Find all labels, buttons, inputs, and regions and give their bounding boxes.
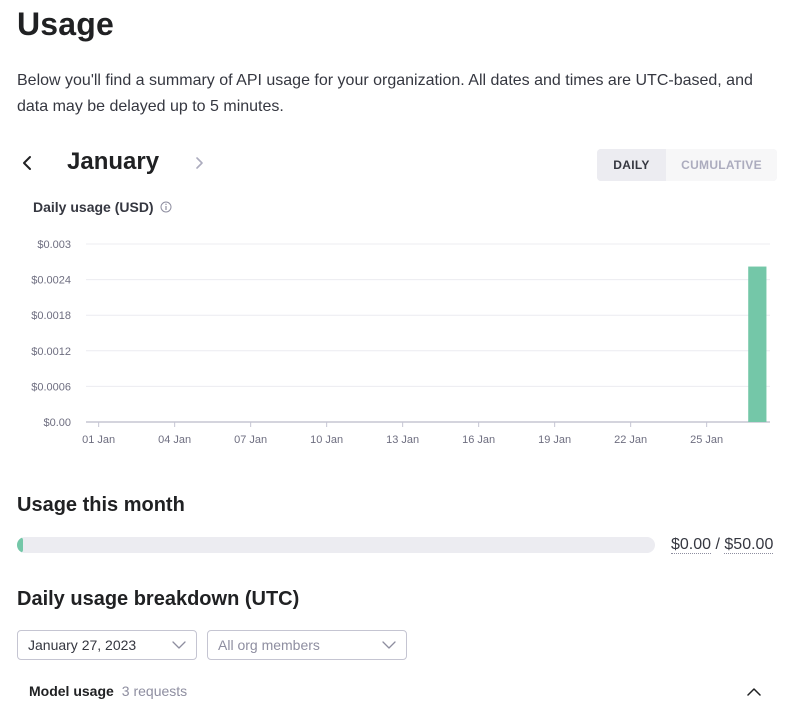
x-tick-label: 16 Jan <box>462 434 495 446</box>
model-usage-count: 3 requests <box>121 683 188 699</box>
usage-bar[interactable] <box>748 266 767 422</box>
usage-bar-chart: $0.00$0.0006$0.0012$0.0018$0.0024$0.003 … <box>31 239 770 446</box>
usage-progress-bar <box>17 537 655 553</box>
x-tick-label: 25 Jan <box>690 434 723 446</box>
info-icon[interactable] <box>160 201 172 213</box>
org-members-select-placeholder: All org members <box>218 637 320 653</box>
x-tick-label: 13 Jan <box>386 434 419 446</box>
model-usage-header[interactable]: Model usage 3 requests <box>29 683 187 699</box>
usage-separator: / <box>715 536 720 553</box>
y-tick-label: $0.003 <box>37 239 71 251</box>
org-members-select[interactable]: All org members <box>207 630 407 660</box>
y-tick-label: $0.00 <box>43 417 71 429</box>
chevron-up-icon <box>747 688 761 696</box>
collapse-model-usage-button[interactable] <box>744 682 764 702</box>
x-tick-label: 01 Jan <box>82 434 115 446</box>
chevron-right-icon <box>196 157 203 169</box>
page-description: Below you'll find a summary of API usage… <box>17 72 753 115</box>
x-tick-label: 04 Jan <box>158 434 191 446</box>
chevron-left-icon <box>23 156 31 170</box>
chevron-down-icon <box>172 641 186 649</box>
x-tick-label: 07 Jan <box>234 434 267 446</box>
chart-title: Daily usage (USD) <box>33 199 172 215</box>
toggle-daily[interactable]: DAILY <box>597 149 666 181</box>
daily-breakdown-title: Daily usage breakdown (UTC) <box>17 588 300 610</box>
date-select[interactable]: January 27, 2023 <box>17 630 197 660</box>
page-title: Usage <box>17 6 115 42</box>
month-title: January <box>67 148 160 175</box>
next-month-button[interactable] <box>187 151 211 175</box>
usage-used-amount: $0.00 <box>671 536 712 554</box>
model-usage-label: Model usage <box>29 683 114 699</box>
usage-amount: $0.00 / $50.00 <box>671 536 774 554</box>
x-tick-label: 22 Jan <box>614 434 647 446</box>
toggle-cumulative[interactable]: CUMULATIVE <box>666 149 777 181</box>
view-toggle: DAILY CUMULATIVE <box>597 149 777 181</box>
x-tick-label: 19 Jan <box>538 434 571 446</box>
chevron-down-icon <box>382 641 396 649</box>
x-tick-label: 10 Jan <box>310 434 343 446</box>
previous-month-button[interactable] <box>16 151 40 175</box>
y-tick-label: $0.0006 <box>31 381 71 393</box>
usage-this-month-title: Usage this month <box>17 494 185 516</box>
usage-limit-amount: $50.00 <box>724 536 774 554</box>
chart-title-text: Daily usage (USD) <box>33 199 154 215</box>
date-select-value: January 27, 2023 <box>28 637 137 653</box>
usage-progress-fill <box>17 537 23 553</box>
y-tick-label: $0.0012 <box>31 346 71 358</box>
y-tick-label: $0.0024 <box>31 275 71 287</box>
y-tick-label: $0.0018 <box>31 310 71 322</box>
